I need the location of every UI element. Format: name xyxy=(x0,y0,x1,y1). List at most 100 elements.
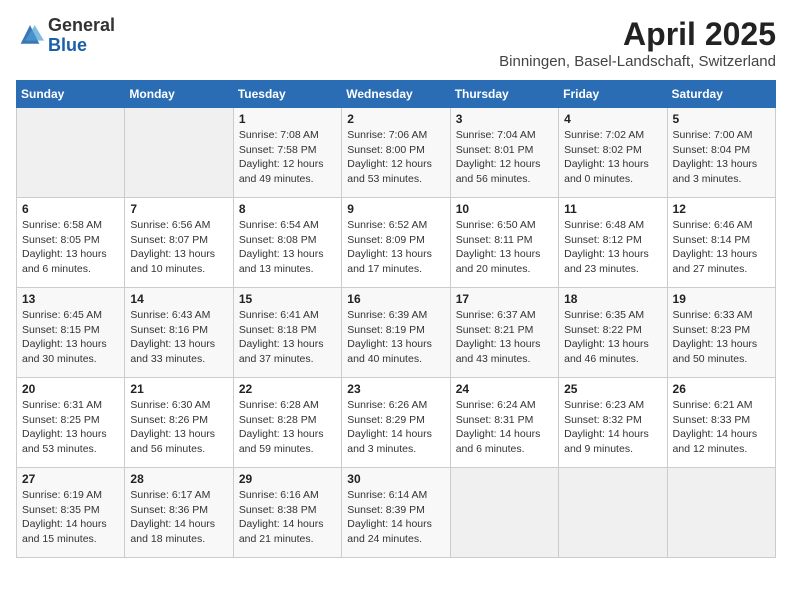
day-number: 25 xyxy=(564,382,661,396)
logo-icon xyxy=(16,22,44,50)
calendar-week-1: 1Sunrise: 7:08 AM Sunset: 7:58 PM Daylig… xyxy=(17,108,776,198)
calendar-cell: 20 Sunrise: 6:31 AM Sunset: 8:25 PM Dayli… xyxy=(17,378,125,468)
day-info: Sunrise: 6:48 AM Sunset: 8:12 PM Dayligh… xyxy=(564,218,661,277)
day-number: 17 xyxy=(456,292,553,306)
weekday-header-sunday: Sunday xyxy=(17,81,125,108)
calendar-cell: 26 Sunrise: 6:21 AM Sunset: 8:33 PM Dayli… xyxy=(667,378,775,468)
day-number: 26 xyxy=(673,382,770,396)
day-number: 18 xyxy=(564,292,661,306)
day-number: 23 xyxy=(347,382,444,396)
day-info: Sunrise: 7:00 AM Sunset: 8:04 PM Dayligh… xyxy=(673,128,770,187)
day-info: Sunrise: 6:41 AM Sunset: 8:18 PM Dayligh… xyxy=(239,308,336,367)
day-number: 6 xyxy=(22,202,119,216)
day-number: 10 xyxy=(456,202,553,216)
day-info: Sunrise: 6:16 AM Sunset: 8:38 PM Dayligh… xyxy=(239,488,336,547)
page-header: General Blue April 2025 Binningen, Basel… xyxy=(16,16,776,70)
calendar-cell: 18 Sunrise: 6:35 AM Sunset: 8:22 PM Dayli… xyxy=(559,288,667,378)
weekday-header-thursday: Thursday xyxy=(450,81,558,108)
day-info: Sunrise: 6:31 AM Sunset: 8:25 PM Dayligh… xyxy=(22,398,119,457)
day-number: 2 xyxy=(347,112,444,126)
calendar-cell xyxy=(125,108,233,198)
calendar-cell: 17 Sunrise: 6:37 AM Sunset: 8:21 PM Dayli… xyxy=(450,288,558,378)
title-block: April 2025 Binningen, Basel-Landschaft, … xyxy=(499,16,776,70)
day-number: 24 xyxy=(456,382,553,396)
day-number: 14 xyxy=(130,292,227,306)
day-info: Sunrise: 7:02 AM Sunset: 8:02 PM Dayligh… xyxy=(564,128,661,187)
day-info: Sunrise: 6:45 AM Sunset: 8:15 PM Dayligh… xyxy=(22,308,119,367)
calendar-cell: 25 Sunrise: 6:23 AM Sunset: 8:32 PM Dayli… xyxy=(559,378,667,468)
day-number: 9 xyxy=(347,202,444,216)
calendar-cell: 12Sunrise: 6:46 AM Sunset: 8:14 PM Dayli… xyxy=(667,198,775,288)
month-year: April 2025 xyxy=(499,16,776,53)
day-info: Sunrise: 6:24 AM Sunset: 8:31 PM Dayligh… xyxy=(456,398,553,457)
logo-blue-text: Blue xyxy=(48,35,87,55)
calendar-cell xyxy=(667,468,775,558)
day-info: Sunrise: 6:35 AM Sunset: 8:22 PM Dayligh… xyxy=(564,308,661,367)
calendar-cell: 1Sunrise: 7:08 AM Sunset: 7:58 PM Daylig… xyxy=(233,108,341,198)
day-number: 5 xyxy=(673,112,770,126)
day-info: Sunrise: 6:52 AM Sunset: 8:09 PM Dayligh… xyxy=(347,218,444,277)
calendar-cell: 7Sunrise: 6:56 AM Sunset: 8:07 PM Daylig… xyxy=(125,198,233,288)
calendar-week-3: 13Sunrise: 6:45 AM Sunset: 8:15 PM Dayli… xyxy=(17,288,776,378)
calendar-cell: 23Sunrise: 6:26 AM Sunset: 8:29 PM Dayli… xyxy=(342,378,450,468)
calendar-cell: 8 Sunrise: 6:54 AM Sunset: 8:08 PM Daylig… xyxy=(233,198,341,288)
day-info: Sunrise: 6:37 AM Sunset: 8:21 PM Dayligh… xyxy=(456,308,553,367)
calendar-cell: 6 Sunrise: 6:58 AM Sunset: 8:05 PM Daylig… xyxy=(17,198,125,288)
calendar-week-4: 20 Sunrise: 6:31 AM Sunset: 8:25 PM Dayli… xyxy=(17,378,776,468)
calendar-cell: 9 Sunrise: 6:52 AM Sunset: 8:09 PM Daylig… xyxy=(342,198,450,288)
day-info: Sunrise: 6:19 AM Sunset: 8:35 PM Dayligh… xyxy=(22,488,119,547)
day-info: Sunrise: 6:56 AM Sunset: 8:07 PM Dayligh… xyxy=(130,218,227,277)
calendar-cell: 3Sunrise: 7:04 AM Sunset: 8:01 PM Daylig… xyxy=(450,108,558,198)
calendar-week-5: 27 Sunrise: 6:19 AM Sunset: 8:35 PM Dayli… xyxy=(17,468,776,558)
day-info: Sunrise: 6:30 AM Sunset: 8:26 PM Dayligh… xyxy=(130,398,227,457)
calendar-cell: 11Sunrise: 6:48 AM Sunset: 8:12 PM Dayli… xyxy=(559,198,667,288)
day-number: 19 xyxy=(673,292,770,306)
day-info: Sunrise: 6:23 AM Sunset: 8:32 PM Dayligh… xyxy=(564,398,661,457)
day-info: Sunrise: 6:50 AM Sunset: 8:11 PM Dayligh… xyxy=(456,218,553,277)
calendar-cell: 4Sunrise: 7:02 AM Sunset: 8:02 PM Daylig… xyxy=(559,108,667,198)
day-number: 8 xyxy=(239,202,336,216)
day-number: 28 xyxy=(130,472,227,486)
day-info: Sunrise: 6:21 AM Sunset: 8:33 PM Dayligh… xyxy=(673,398,770,457)
day-number: 27 xyxy=(22,472,119,486)
calendar-cell: 14 Sunrise: 6:43 AM Sunset: 8:16 PM Dayli… xyxy=(125,288,233,378)
weekday-header-monday: Monday xyxy=(125,81,233,108)
day-number: 15 xyxy=(239,292,336,306)
day-info: Sunrise: 7:04 AM Sunset: 8:01 PM Dayligh… xyxy=(456,128,553,187)
calendar-cell xyxy=(17,108,125,198)
calendar-cell: 24 Sunrise: 6:24 AM Sunset: 8:31 PM Dayli… xyxy=(450,378,558,468)
calendar-cell xyxy=(559,468,667,558)
calendar-cell: 30Sunrise: 6:14 AM Sunset: 8:39 PM Dayli… xyxy=(342,468,450,558)
calendar-cell: 19 Sunrise: 6:33 AM Sunset: 8:23 PM Dayli… xyxy=(667,288,775,378)
calendar-header: SundayMondayTuesdayWednesdayThursdayFrid… xyxy=(17,81,776,108)
calendar-cell: 5 Sunrise: 7:00 AM Sunset: 8:04 PM Daylig… xyxy=(667,108,775,198)
day-info: Sunrise: 6:33 AM Sunset: 8:23 PM Dayligh… xyxy=(673,308,770,367)
day-info: Sunrise: 6:43 AM Sunset: 8:16 PM Dayligh… xyxy=(130,308,227,367)
calendar-cell: 27 Sunrise: 6:19 AM Sunset: 8:35 PM Dayli… xyxy=(17,468,125,558)
logo-general-text: General xyxy=(48,15,115,35)
day-number: 21 xyxy=(130,382,227,396)
logo: General Blue xyxy=(16,16,115,56)
day-info: Sunrise: 6:17 AM Sunset: 8:36 PM Dayligh… xyxy=(130,488,227,547)
weekday-header-wednesday: Wednesday xyxy=(342,81,450,108)
day-info: Sunrise: 6:28 AM Sunset: 8:28 PM Dayligh… xyxy=(239,398,336,457)
day-info: Sunrise: 7:06 AM Sunset: 8:00 PM Dayligh… xyxy=(347,128,444,187)
day-info: Sunrise: 6:54 AM Sunset: 8:08 PM Dayligh… xyxy=(239,218,336,277)
day-info: Sunrise: 6:39 AM Sunset: 8:19 PM Dayligh… xyxy=(347,308,444,367)
calendar-cell: 16 Sunrise: 6:39 AM Sunset: 8:19 PM Dayli… xyxy=(342,288,450,378)
day-number: 20 xyxy=(22,382,119,396)
day-number: 22 xyxy=(239,382,336,396)
calendar-cell: 28 Sunrise: 6:17 AM Sunset: 8:36 PM Dayli… xyxy=(125,468,233,558)
calendar-cell: 2 Sunrise: 7:06 AM Sunset: 8:00 PM Daylig… xyxy=(342,108,450,198)
calendar-cell: 10 Sunrise: 6:50 AM Sunset: 8:11 PM Dayli… xyxy=(450,198,558,288)
calendar-cell: 21 Sunrise: 6:30 AM Sunset: 8:26 PM Dayli… xyxy=(125,378,233,468)
calendar-table: SundayMondayTuesdayWednesdayThursdayFrid… xyxy=(16,80,776,558)
day-number: 1 xyxy=(239,112,336,126)
day-info: Sunrise: 6:14 AM Sunset: 8:39 PM Dayligh… xyxy=(347,488,444,547)
calendar-cell: 15 Sunrise: 6:41 AM Sunset: 8:18 PM Dayli… xyxy=(233,288,341,378)
calendar-cell xyxy=(450,468,558,558)
weekday-header-friday: Friday xyxy=(559,81,667,108)
day-number: 16 xyxy=(347,292,444,306)
day-info: Sunrise: 6:58 AM Sunset: 8:05 PM Dayligh… xyxy=(22,218,119,277)
calendar-cell: 13Sunrise: 6:45 AM Sunset: 8:15 PM Dayli… xyxy=(17,288,125,378)
